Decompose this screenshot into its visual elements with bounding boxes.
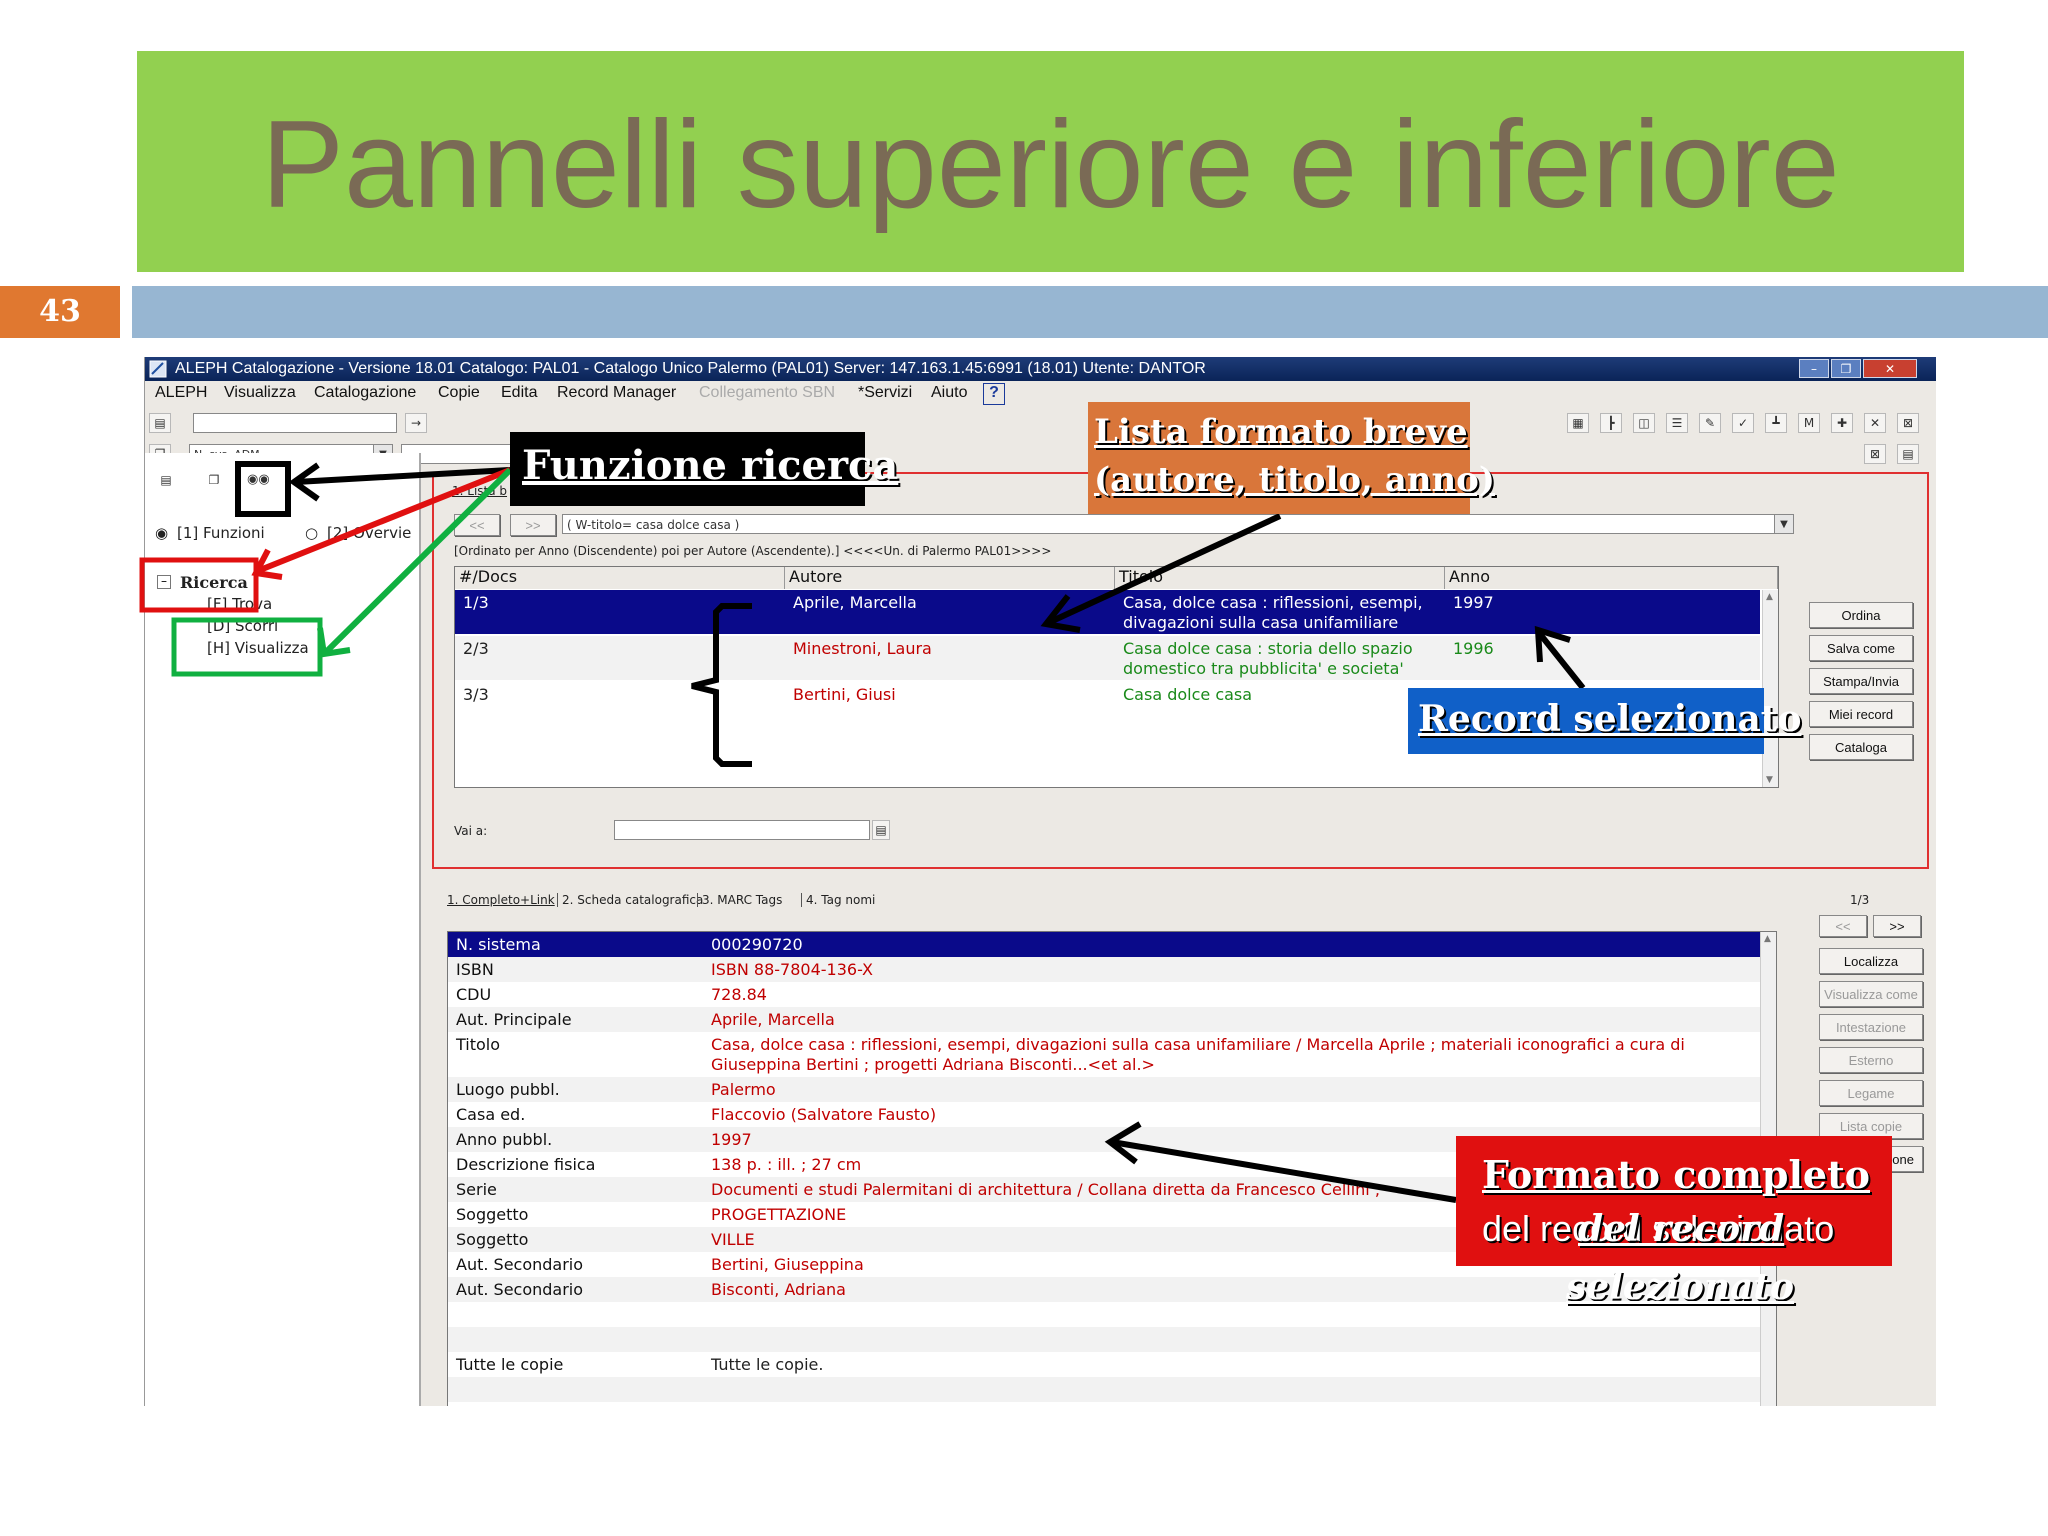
callout-funzione-ricerca: Funzione ricerca [510,432,898,506]
arrow-lista-breve [1048,513,1282,625]
callout-lista-breve: Lista formato breve (autore, titolo, ann… [1088,402,1495,514]
arrow-green [323,467,513,655]
callout-overlay-line2: selezionato [1566,1266,1795,1308]
arrow-record-selezionato [1537,632,1586,690]
callout-overlay-line1: del record [1578,1208,1785,1250]
highlight-binoculars-box [235,461,291,517]
highlight-visualizza-box [171,617,323,677]
arrow-formato-completo [1111,1139,1457,1203]
callout-record-selezionato: Record selezionato [1408,688,1801,754]
brace-icon [691,603,752,767]
highlight-ricerca-box [139,557,259,613]
